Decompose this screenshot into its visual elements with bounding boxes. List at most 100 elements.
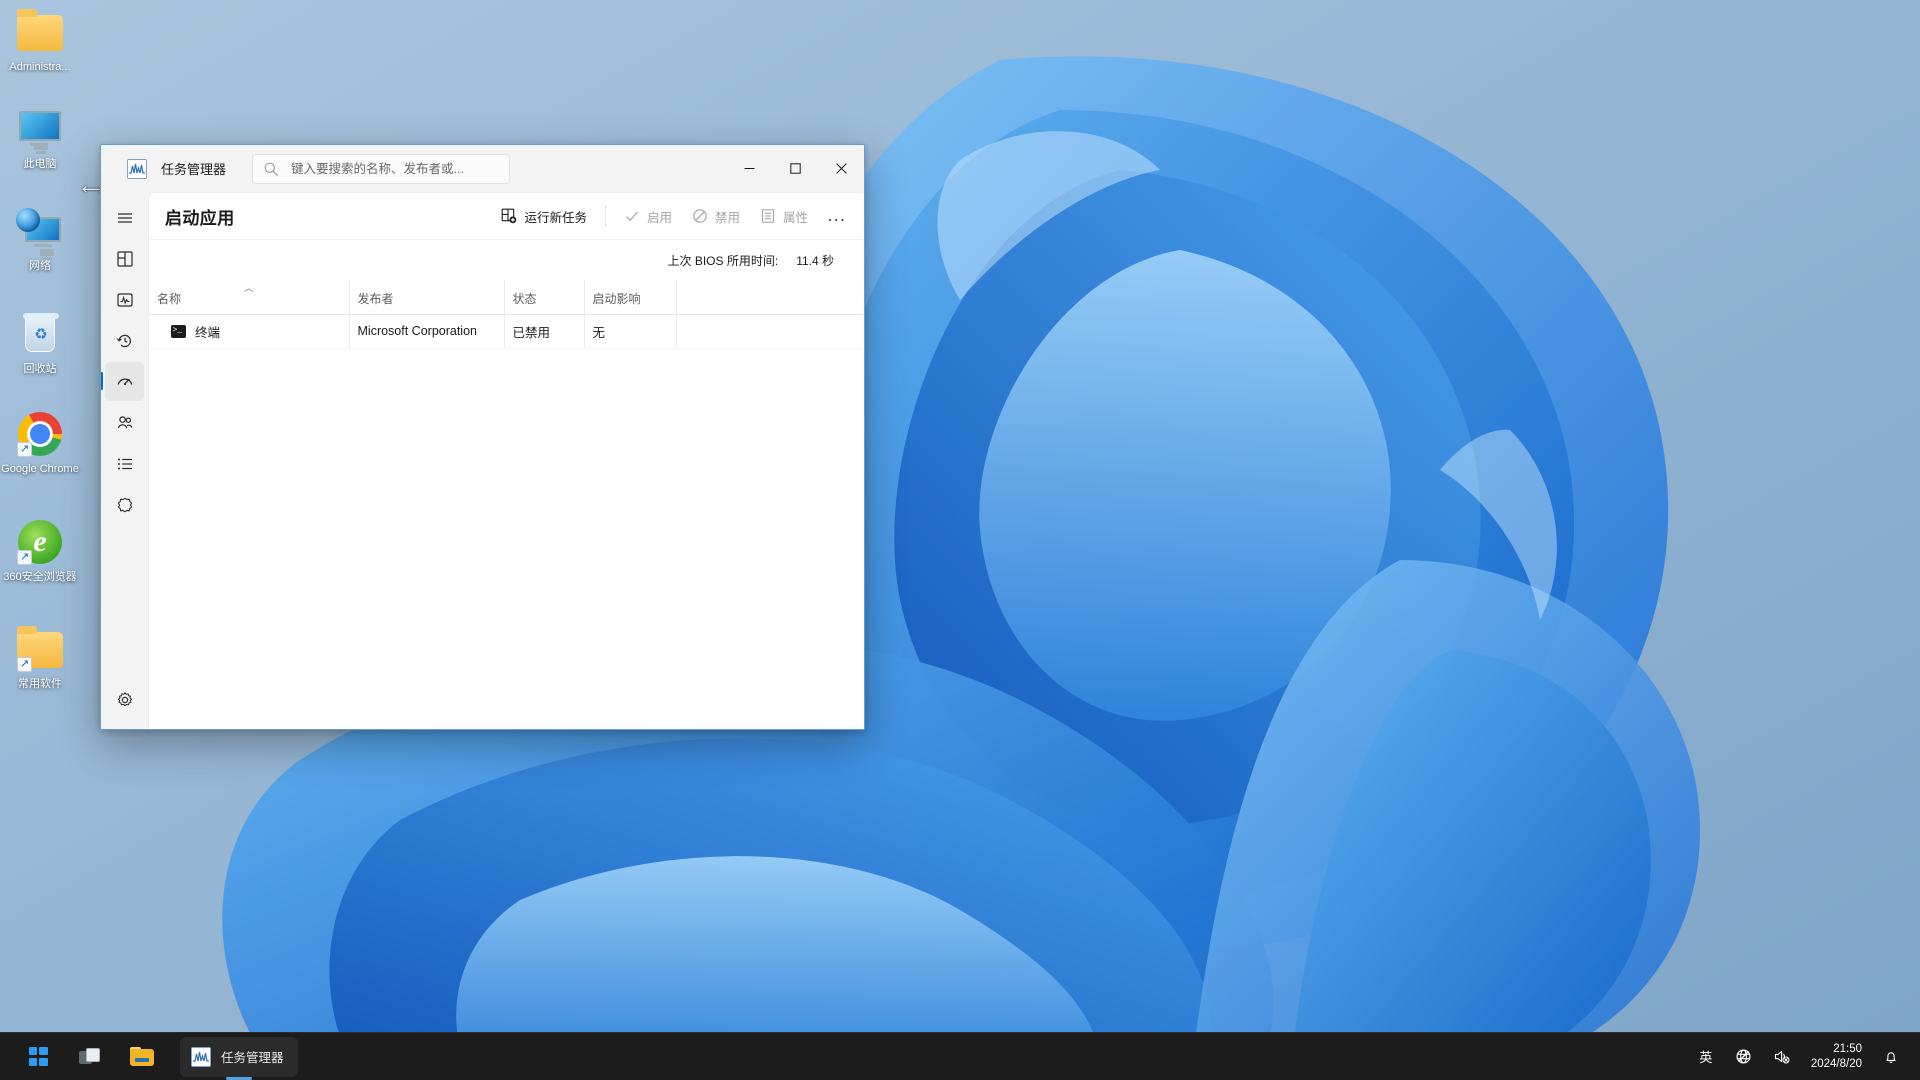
ime-indicator[interactable]: 英 (1689, 1038, 1723, 1076)
search-input[interactable] (291, 161, 500, 176)
desktop-icon-common-software[interactable]: ↗ 常用软件 (0, 625, 80, 691)
column-header-publisher[interactable]: 发布者 (348, 280, 504, 315)
notifications-button[interactable] (1874, 1038, 1908, 1076)
window-titlebar[interactable]: 任务管理器 (101, 145, 864, 192)
ime-label: 英 (1699, 1050, 1713, 1065)
hamburger-menu-button[interactable] (105, 198, 144, 237)
taskbar-app-task-manager[interactable]: 任务管理器 (180, 1036, 298, 1077)
users-icon (117, 415, 133, 428)
desktop-icon-google-chrome[interactable]: ↗ Google Chrome (0, 410, 80, 476)
minimize-button[interactable] (726, 145, 772, 192)
cell-impact: 无 (583, 314, 676, 349)
sidebar-item-users[interactable] (105, 403, 144, 442)
desktop-icon-360-browser[interactable]: e ↗ 360安全浏览器 (0, 518, 80, 584)
recycle-bin-icon: ♻ (16, 310, 64, 358)
desktop-icon-this-pc[interactable]: 此电脑 (0, 105, 80, 171)
performance-monitor-icon (116, 292, 133, 307)
disable-button[interactable]: 禁用 (682, 200, 750, 232)
desktop-icon-label: Google Chrome (1, 463, 79, 475)
close-button[interactable] (818, 145, 864, 192)
navigation-sidebar (101, 192, 148, 729)
desktop-icon-label: 常用软件 (18, 678, 62, 690)
desktop-icon-label: Administra... (9, 61, 71, 73)
task-manager-window: 任务管理器 键入要搜索的名称、发布者或... 启动应用 运行新任务 启用 禁用 … (100, 144, 865, 730)
desktop-icon-label: 网络 (29, 260, 51, 272)
column-header-name[interactable]: ︿ 名称 (149, 280, 349, 315)
content-pane: 启动应用 运行新任务 启用 禁用 属性 ... 上次 BIOS 所用时间: 11… (148, 192, 864, 729)
disable-label: 禁用 (714, 210, 740, 225)
settings-gear-icon (117, 691, 132, 706)
shortcut-arrow-icon: ↗ (17, 550, 32, 565)
network-disconnected-icon (1736, 1049, 1751, 1064)
task-view-button[interactable] (66, 1037, 114, 1077)
column-header-empty[interactable] (675, 280, 864, 315)
this-pc-icon (16, 105, 64, 153)
enable-button[interactable]: 启用 (614, 200, 682, 232)
maximize-button[interactable] (772, 145, 818, 192)
desktop-icon-label: 回收站 (23, 363, 57, 375)
desktop-icon-network[interactable]: 网络 (0, 207, 80, 273)
cell-publisher: Microsoft Corporation (348, 314, 504, 349)
shortcut-arrow-icon: ↗ (17, 442, 32, 457)
table-header-row: ︿ 名称 发布者 状态 启动影响 (149, 280, 864, 315)
sidebar-item-performance[interactable] (105, 280, 144, 319)
clock-button[interactable]: 21:50 2024/8/20 (1803, 1038, 1870, 1076)
chrome-icon: ↗ (16, 410, 64, 458)
enable-label: 启用 (646, 210, 672, 225)
command-separator (604, 205, 606, 227)
properties-button[interactable]: 属性 (750, 200, 818, 232)
sidebar-item-services[interactable] (105, 485, 144, 524)
services-gear-icon (117, 497, 132, 512)
task-view-icon (79, 1048, 101, 1065)
sidebar-item-details[interactable] (105, 444, 144, 483)
clock-time: 21:50 (1833, 1042, 1862, 1055)
bios-time-row: 上次 BIOS 所用时间: 11.4 秒 (149, 240, 864, 280)
page-title: 启动应用 (165, 208, 235, 228)
system-tray: 英 21:50 2024/8/20 (1689, 1038, 1920, 1076)
task-manager-icon (191, 1046, 211, 1067)
volume-button[interactable] (1765, 1038, 1799, 1076)
file-explorer-button[interactable] (118, 1037, 166, 1077)
desktop-icon-label: 此电脑 (23, 158, 57, 170)
window-body: 启动应用 运行新任务 启用 禁用 属性 ... 上次 BIOS 所用时间: 11… (101, 192, 864, 729)
taskbar-app-label: 任务管理器 (221, 1051, 284, 1065)
sidebar-item-settings[interactable] (105, 680, 144, 719)
cell-name: 终端 (149, 314, 349, 349)
cell-status: 已禁用 (503, 314, 584, 349)
more-options-button[interactable]: ... (820, 200, 854, 232)
table-row[interactable]: 终端 Microsoft Corporation 已禁用 无 (149, 314, 864, 349)
column-header-status[interactable]: 状态 (503, 280, 584, 315)
clock-date: 2024/8/20 (1810, 1057, 1862, 1070)
volume-muted-icon (1775, 1050, 1790, 1064)
column-header-label: 发布者 (357, 291, 394, 306)
taskbar: 任务管理器 英 21:50 2024/8/20 (0, 1032, 1920, 1080)
checkmark-icon (625, 211, 638, 222)
block-circle-icon (693, 209, 707, 223)
bios-time-value: 11.4 秒 (796, 253, 834, 268)
startup-apps-table-wrapper[interactable]: ︿ 名称 发布者 状态 启动影响 >_ 终端 Microsoft Corpora… (149, 280, 864, 729)
search-box[interactable] (252, 153, 511, 184)
sidebar-item-startup-apps[interactable] (101, 362, 144, 401)
start-button[interactable] (14, 1037, 62, 1077)
task-manager-icon (127, 158, 147, 179)
desktop-icon-administrator[interactable]: Administra... (0, 8, 80, 74)
app-name: 终端 (195, 325, 221, 340)
windows-logo-icon (28, 1047, 48, 1066)
startup-apps-table: ︿ 名称 发布者 状态 启动影响 >_ 终端 Microsoft Corpora… (149, 280, 864, 349)
details-list-icon (117, 458, 132, 469)
window-title: 任务管理器 (161, 162, 227, 177)
sidebar-item-app-history[interactable] (105, 321, 144, 360)
desktop-icon-recycle-bin[interactable]: ♻ 回收站 (0, 310, 80, 376)
sidebar-item-processes[interactable] (105, 239, 144, 278)
run-new-task-button[interactable]: 运行新任务 (491, 200, 597, 232)
startup-speedometer-icon (117, 378, 132, 385)
network-button[interactable] (1727, 1038, 1761, 1076)
processes-grid-icon (116, 250, 133, 267)
properties-icon (761, 209, 775, 223)
taskbar-buttons: 任务管理器 (14, 1036, 298, 1077)
terminal-icon (171, 324, 186, 338)
bell-icon (1886, 1051, 1896, 1063)
ellipsis-icon: ... (827, 206, 847, 225)
column-header-impact[interactable]: 启动影响 (583, 280, 676, 315)
shortcut-arrow-icon: ↗ (17, 657, 32, 672)
